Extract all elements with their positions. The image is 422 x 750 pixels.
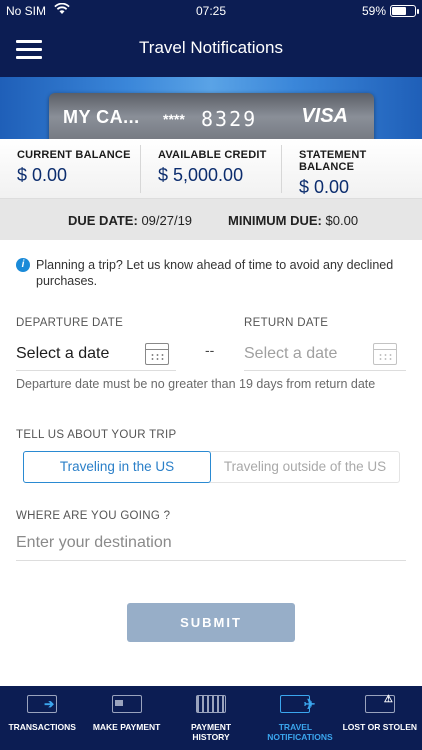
info-icon: i [16,258,30,272]
return-date-label: RETURN DATE [244,317,329,329]
trip-option-international[interactable]: Traveling outside of the US [211,452,399,484]
tab-lost-or-stolen[interactable]: LOST OR STOLEN [338,686,422,750]
tab-label: TRAVEL NOTIFICATIONS [267,722,333,742]
return-date-value: Select a date [244,345,338,362]
payment-icon [111,695,142,713]
balance-value: $ 0.00 [299,177,350,197]
destination-placeholder: Enter your destination [16,534,172,551]
date-hint: Departure date must be no greater than 1… [16,377,376,391]
due-date: DUE DATE: 09/27/19 [68,213,193,228]
current-balance: CURRENT BALANCE $ 0.00 [0,145,141,193]
travel-icon [280,695,315,713]
balance-summary: CURRENT BALANCE $ 0.00 AVAILABLE CREDIT … [0,139,422,199]
status-bar: No SIM 07:25 59% [0,0,422,22]
trip-type-selector: Traveling in the US Traveling outside of… [23,451,400,483]
trip-option-us[interactable]: Traveling in the US [23,451,211,483]
balance-label: STATEMENT BALANCE [299,149,367,173]
tab-transactions[interactable]: TRANSACTIONS [0,686,84,750]
departure-date-value: Select a date [16,345,110,362]
info-message: i Planning a trip? Let us know ahead of … [16,257,406,289]
minimum-due: MINIMUM DUE: $0.00 [228,213,359,228]
departure-date-field[interactable]: Select a date [16,331,176,371]
destination-input[interactable]: Enter your destination [16,525,406,561]
destination-label: WHERE ARE YOU GOING ? [16,510,171,522]
available-credit: AVAILABLE CREDIT $ 5,000.00 [141,145,282,193]
return-date-field[interactable]: Select a date [244,331,406,371]
balance-value: $ 5,000.00 [158,165,244,185]
credit-card-image[interactable]: MY CA... **** 8329 VISA [49,93,374,139]
tab-travel-notifications[interactable]: TRAVEL NOTIFICATIONS [253,686,337,750]
departure-date-label: DEPARTURE DATE [16,317,124,329]
top-bar: No SIM 07:25 59% Travel Notifications [0,0,422,77]
balance-label: AVAILABLE CREDIT [158,149,267,161]
balance-value: $ 0.00 [17,165,68,185]
tab-payment-history[interactable]: PAYMENT HISTORY [169,686,253,750]
statement-balance: STATEMENT BALANCE $ 0.00 [282,145,422,197]
info-text: Planning a trip? Let us know ahead of ti… [36,258,394,288]
due-strip: DUE DATE: 09/27/19 MINIMUM DUE: $0.00 [0,199,422,240]
card-name: MY CA... [63,107,140,127]
history-icon [196,695,227,713]
submit-button[interactable]: SUBMIT [127,603,295,642]
tab-label: PAYMENT HISTORY [190,722,232,742]
bottom-nav: TRANSACTIONS MAKE PAYMENT PAYMENT HISTOR… [0,686,422,750]
battery-icon [390,5,419,17]
card-last4: 8329 [201,107,258,131]
page-title: Travel Notifications [139,38,283,57]
date-separator: -- [205,342,215,358]
card-mask: **** [163,111,185,127]
tab-label: MAKE PAYMENT [92,722,161,732]
calendar-icon[interactable] [145,343,169,365]
alert-icon [364,694,395,713]
tab-label: LOST OR STOLEN [342,722,418,732]
battery-percent: 59% [361,4,386,18]
calendar-icon[interactable] [373,343,397,365]
trip-label: TELL US ABOUT YOUR TRIP [16,429,177,441]
card-banner: MY CA... **** 8329 VISA [0,77,422,139]
visa-logo: VISA [301,105,348,127]
balance-label: CURRENT BALANCE [17,149,131,161]
tab-label: TRANSACTIONS [8,722,76,732]
transactions-icon [27,695,58,713]
clock: 07:25 [195,4,227,18]
tab-make-payment[interactable]: MAKE PAYMENT [84,686,168,750]
